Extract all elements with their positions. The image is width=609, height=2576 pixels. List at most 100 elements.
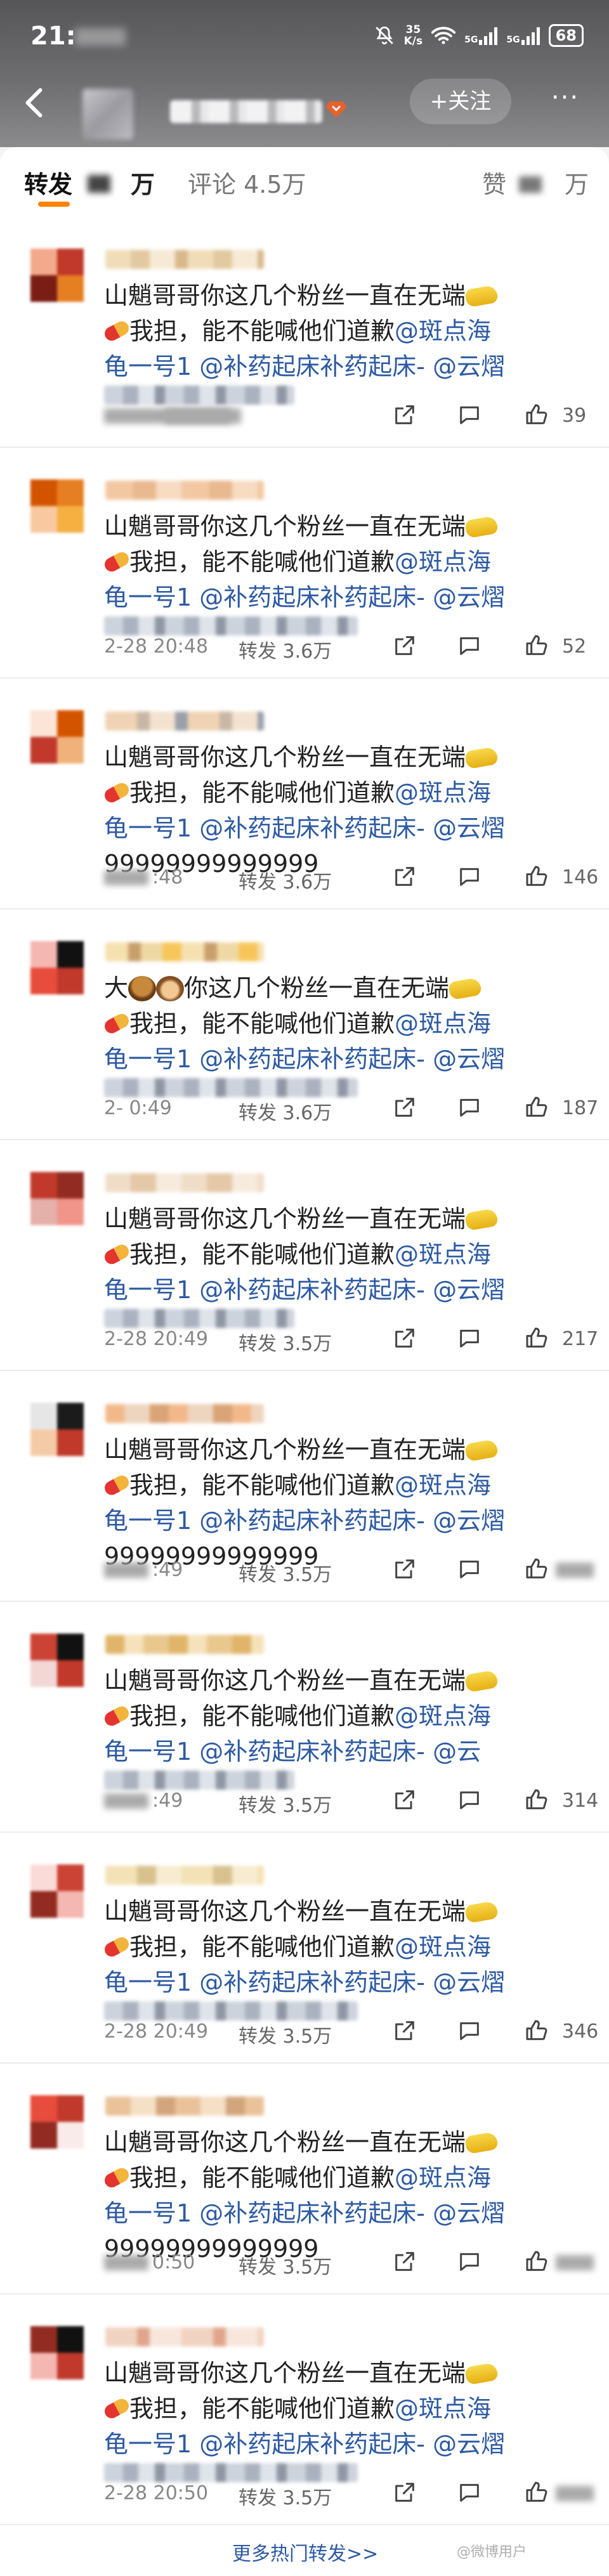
username-mosaic[interactable] bbox=[105, 712, 264, 731]
more-options-button[interactable]: ··· bbox=[543, 80, 587, 124]
mention-link[interactable]: @补药起床补药起床- bbox=[199, 1507, 425, 1535]
back-arrow-icon[interactable] bbox=[16, 84, 55, 122]
mention-link[interactable]: @云熠 bbox=[425, 1968, 505, 1996]
like-thumb-icon[interactable] bbox=[524, 1095, 549, 1120]
mention-link[interactable]: @云熠 bbox=[425, 1276, 505, 1304]
mention-link[interactable]: 龟一号1 bbox=[104, 583, 199, 611]
like-thumb-icon[interactable] bbox=[524, 633, 549, 658]
comment-icon[interactable] bbox=[457, 402, 482, 427]
user-avatar[interactable] bbox=[30, 1864, 84, 1918]
like-thumb-icon[interactable] bbox=[524, 864, 549, 889]
like-thumb-icon[interactable] bbox=[524, 1787, 549, 1812]
username-mosaic[interactable] bbox=[105, 1173, 264, 1192]
mention-link[interactable]: @补药起床补药起床- bbox=[199, 2199, 425, 2227]
comment-icon[interactable] bbox=[457, 2249, 482, 2274]
mention-link[interactable]: @云熠 bbox=[425, 353, 505, 381]
mention-link[interactable]: @补药起床补药起床- bbox=[199, 1968, 425, 1996]
like-thumb-icon[interactable] bbox=[524, 402, 549, 427]
comment-icon[interactable] bbox=[457, 633, 482, 658]
mention-link[interactable]: @斑点海 bbox=[395, 2395, 491, 2423]
mention-link[interactable]: 龟一号1 bbox=[104, 1045, 199, 1073]
user-avatar[interactable] bbox=[30, 1403, 84, 1456]
mention-link[interactable]: @斑点海 bbox=[395, 317, 491, 345]
mention-link[interactable]: @补药起床补药起床- bbox=[199, 353, 425, 381]
username-mosaic[interactable] bbox=[105, 2327, 264, 2346]
username-mosaic[interactable] bbox=[105, 1404, 264, 1423]
username-mosaic[interactable] bbox=[105, 1866, 264, 1885]
mention-link[interactable]: @补药起床补药起床- bbox=[199, 1738, 425, 1766]
mention-link[interactable]: @斑点海 bbox=[395, 779, 491, 807]
share-icon[interactable] bbox=[392, 1095, 417, 1120]
user-avatar[interactable] bbox=[30, 1634, 84, 1687]
mention-link[interactable]: 龟一号1 bbox=[104, 2430, 199, 2458]
tab-repost[interactable]: 转发 bbox=[24, 165, 72, 200]
share-icon[interactable] bbox=[392, 1325, 417, 1351]
mention-link[interactable]: @补药起床补药起床- bbox=[199, 1045, 425, 1073]
mention-link[interactable]: @补药起床补药起床- bbox=[199, 1276, 425, 1304]
share-icon[interactable] bbox=[392, 402, 417, 427]
mention-link[interactable]: @斑点海 bbox=[395, 2164, 491, 2192]
username-mosaic[interactable] bbox=[105, 250, 264, 269]
user-avatar[interactable] bbox=[30, 2326, 84, 2379]
mention-link[interactable]: 龟一号1 bbox=[104, 2199, 199, 2227]
user-avatar[interactable] bbox=[30, 479, 84, 533]
comment-icon[interactable] bbox=[457, 1095, 482, 1120]
user-avatar[interactable] bbox=[30, 2095, 84, 2149]
mention-link[interactable]: @云熠 bbox=[425, 2199, 505, 2227]
share-icon[interactable] bbox=[392, 633, 417, 658]
mention-link[interactable]: @补药起床补药起床- bbox=[199, 814, 425, 842]
author-name-mosaic[interactable] bbox=[170, 100, 322, 123]
mention-link[interactable]: @补药起床补药起床- bbox=[199, 583, 425, 611]
comment-icon[interactable] bbox=[457, 2480, 482, 2505]
like-thumb-icon[interactable] bbox=[524, 1325, 549, 1351]
tab-like[interactable]: 赞 bbox=[482, 165, 506, 200]
mention-link[interactable]: @斑点海 bbox=[395, 1471, 491, 1499]
username-mosaic[interactable] bbox=[105, 942, 264, 961]
share-icon[interactable] bbox=[392, 864, 417, 889]
like-thumb-icon[interactable] bbox=[524, 1556, 549, 1582]
username-mosaic[interactable] bbox=[105, 2097, 264, 2116]
user-avatar[interactable] bbox=[30, 249, 84, 302]
mention-link[interactable]: @云熠 bbox=[425, 1507, 505, 1535]
mention-link[interactable]: @斑点海 bbox=[395, 1933, 491, 1961]
comment-icon[interactable] bbox=[457, 864, 482, 889]
mention-link[interactable]: @斑点海 bbox=[395, 1702, 491, 1730]
share-icon[interactable] bbox=[392, 1556, 417, 1582]
mention-link[interactable]: @云熠 bbox=[425, 583, 505, 611]
like-thumb-icon[interactable] bbox=[524, 2249, 549, 2274]
user-avatar[interactable] bbox=[30, 1172, 84, 1225]
mention-link[interactable]: @云熠 bbox=[425, 814, 505, 842]
mention-link[interactable]: @斑点海 bbox=[395, 1010, 491, 1038]
like-thumb-icon[interactable] bbox=[524, 2480, 549, 2505]
share-icon[interactable] bbox=[392, 2018, 417, 2043]
mention-link[interactable]: @云熠 bbox=[425, 2430, 505, 2458]
mention-link[interactable]: @斑点海 bbox=[395, 548, 491, 576]
mention-link[interactable]: 龟一号1 bbox=[104, 1738, 199, 1766]
follow-button[interactable]: +关注 bbox=[410, 79, 511, 124]
user-avatar[interactable] bbox=[30, 710, 84, 764]
share-icon[interactable] bbox=[392, 1787, 417, 1812]
share-icon[interactable] bbox=[392, 2249, 417, 2274]
mention-link[interactable]: 龟一号1 bbox=[104, 1276, 199, 1304]
mention-link[interactable]: 龟一号1 bbox=[104, 1507, 199, 1535]
mention-link[interactable]: 龟一号1 bbox=[104, 353, 199, 381]
like-thumb-icon[interactable] bbox=[524, 2018, 549, 2043]
mention-link[interactable]: @斑点海 bbox=[395, 1240, 491, 1268]
repost-text-line: 龟一号1 @补药起床补药起床- @云熠 bbox=[104, 810, 561, 846]
username-mosaic[interactable] bbox=[105, 481, 264, 500]
author-avatar[interactable] bbox=[82, 89, 133, 140]
username-mosaic[interactable] bbox=[105, 1635, 264, 1654]
more-hot-reposts-link[interactable]: 更多热门转发>> bbox=[232, 2538, 378, 2566]
comment-icon[interactable] bbox=[457, 1556, 482, 1582]
mention-link[interactable]: @云熠 bbox=[425, 1045, 505, 1073]
mention-link[interactable]: 龟一号1 bbox=[104, 814, 199, 842]
mention-link[interactable]: @补药起床补药起床- bbox=[199, 2430, 425, 2458]
user-avatar[interactable] bbox=[30, 941, 84, 994]
tab-comment[interactable]: 评论 4.5万 bbox=[188, 165, 306, 200]
mention-link[interactable]: 龟一号1 bbox=[104, 1968, 199, 1996]
comment-icon[interactable] bbox=[457, 2018, 482, 2043]
share-icon[interactable] bbox=[392, 2480, 417, 2505]
mention-link[interactable]: @云 bbox=[425, 1738, 481, 1766]
comment-icon[interactable] bbox=[457, 1787, 482, 1812]
comment-icon[interactable] bbox=[457, 1325, 482, 1351]
